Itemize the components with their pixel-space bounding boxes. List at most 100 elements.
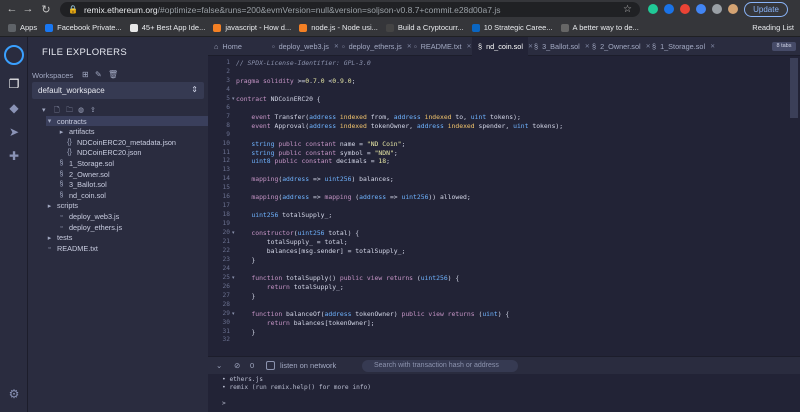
extension-icon[interactable] [696,4,706,14]
extension-icon[interactable] [680,4,690,14]
line-number: 32 [222,336,230,343]
fold-toggle-icon[interactable]: ▾ [232,230,235,236]
line-number: 15 [222,184,230,192]
extension-icon[interactable] [648,4,658,14]
code-line: uint8 public constant decimals = 18; [251,157,390,166]
remix-logo-icon[interactable] [4,45,24,65]
line-number: 22 [222,246,230,254]
transaction-search-input[interactable]: Search with transaction hash or address [362,360,518,372]
tab-1-storage-sol[interactable]: § 1_Storage.sol ✕ [646,37,715,56]
bookmark-item[interactable]: Facebook Private... [45,23,122,32]
reading-list-button[interactable]: Reading List [752,23,794,32]
bookmark-favicon-icon [45,23,54,32]
tab-2-owner-sol[interactable]: § 2_Owner.sol ✕ [586,37,651,56]
collapse-terminal-icon[interactable]: ⌄ [216,361,222,370]
address-bar[interactable]: 🔒 remix.ethereum.org /#optimize=false&ru… [60,2,640,17]
code-line: balances[msg.sender] = totalSupply_; [236,246,406,255]
panel-title: FILE EXPLORERS [42,47,127,58]
file-tree-label: 3_Ballot.sol [69,180,107,190]
line-number: 29 [222,309,230,317]
file-tree-item[interactable]: § 2_Owner.sol [58,169,208,179]
bookmark-favicon-icon [8,23,16,32]
deploy-run-icon[interactable]: ➤ [7,125,21,139]
forward-icon[interactable]: → [22,3,34,15]
braces-icon: {} [67,149,72,157]
listen-checkbox[interactable] [266,361,275,370]
back-icon[interactable]: ← [6,3,18,15]
line-number: 9 [226,130,230,138]
tab-readme-txt[interactable]: ▫ README.txt ✕ [408,37,472,56]
close-icon[interactable]: ✕ [467,43,472,50]
workspace-select[interactable]: default_workspace ⇕ [32,82,204,99]
file-tree-item[interactable]: ▫ deploy_web3.js [58,211,208,221]
file-tree-label: nd_coin.sol [69,190,106,200]
bookmark-label: Apps [20,23,38,32]
terminal-line: • remix (run remix.help() for more info) [222,384,372,391]
plugin-manager-icon[interactable]: ✚ [7,149,21,163]
github-icon[interactable]: ◍ [78,106,84,114]
file-tree-item[interactable]: § nd_coin.sol [58,190,208,200]
fold-toggle-icon[interactable]: ▾ [232,275,235,281]
file-tree-item[interactable]: ▫ README.txt [46,243,208,253]
bookmark-item[interactable]: Build a Cryptocurr... [385,23,464,32]
url-host: remix.ethereum.org [83,4,158,15]
delete-workspace-icon[interactable]: 🗑 [108,70,118,79]
editor-scrollbar[interactable] [790,58,798,118]
fold-toggle-icon[interactable]: ▾ [232,96,235,102]
edit-workspace-icon[interactable]: ✎ [95,70,102,79]
bookmark-item[interactable]: 10 Strategic Caree... [471,23,553,32]
code-line: mapping(address => mapping (address => u… [251,193,471,202]
tab-home[interactable]: ⌂ Home [208,37,266,56]
chevron-down-icon[interactable]: ▾ [42,106,46,114]
bookmark-label: 45+ Best App Ide... [141,23,206,32]
clear-console-icon[interactable]: ⊘ [234,361,240,370]
file-icon: § [534,42,539,51]
file-tree-label: artifacts [69,127,95,137]
solidity-compiler-icon[interactable]: ◆ [7,101,21,115]
settings-gear-icon[interactable]: ⚙ [7,387,21,401]
file-tree-item[interactable]: § 1_Storage.sol [58,158,208,168]
file-tree-item[interactable]: ▸ scripts [46,201,208,211]
avatar[interactable] [728,4,738,14]
tab-deploy-ethers-js[interactable]: ▫ deploy_ethers.js ✕ [336,37,412,56]
upload-icon[interactable]: ⇪ [90,106,96,114]
bookmark-item[interactable]: A better way to de... [560,23,639,32]
tab-deploy-web3-js[interactable]: ▫ deploy_web3.js ✕ [266,37,339,56]
code-line: totalSupply_ = total; [236,238,348,246]
file-tree-item[interactable]: {} NDCoinERC20_metadata.json [66,137,208,147]
tab-3-ballot-sol[interactable]: § 3_Ballot.sol ✕ [528,37,590,56]
puzzle-icon[interactable] [712,4,722,14]
line-number: 8 [226,121,230,129]
update-button[interactable]: Update [744,2,788,17]
file-tree-item[interactable]: {} NDCoinERC20.json [66,148,208,158]
line-number: 12 [222,157,230,165]
file-icon: ▫ [48,244,51,252]
tabs-count-badge[interactable]: 8 tabs [772,42,796,51]
file-tree-item[interactable]: ▫ deploy_ethers.js [58,222,208,232]
close-icon[interactable]: ✕ [710,43,715,50]
file-tree-item[interactable]: § 3_Ballot.sol [58,180,208,190]
line-number: 21 [222,238,230,245]
bookmark-item[interactable]: javascript - How d... [213,23,291,32]
bookmark-item[interactable]: Apps [8,23,37,32]
file-tree-item[interactable]: ▸ artifacts [58,127,208,137]
sol-icon: § [59,191,64,199]
add-workspace-icon[interactable]: ⊞ [82,70,89,79]
activity-bar: ❐ ◆ ➤ ✚ ⚙ [0,37,28,412]
tab-label: nd_coin.sol [486,42,523,51]
bookmark-star-icon[interactable]: ☆ [623,4,632,15]
terminal-output[interactable]: • ethers.js • remix (run remix.help() for… [208,374,800,412]
code-editor[interactable]: 1 // SPDX-License-Identifier: GPL-3.0 2 3 pr… [208,56,800,343]
file-explorer-icon[interactable]: ❐ [7,77,21,91]
bookmark-item[interactable]: 45+ Best App Ide... [129,23,206,32]
file-tree-item[interactable]: ▾ contracts [46,116,208,126]
home-icon: ⌂ [214,42,219,51]
fold-toggle-icon[interactable]: ▾ [232,311,235,317]
extension-icon[interactable] [664,4,674,14]
url-path: /#optimize=false&runs=200&evmVersion=nul… [157,4,501,15]
tab-nd-coin-sol[interactable]: § nd_coin.sol ✕ [472,37,533,56]
file-tree-item[interactable]: ▸ tests [46,233,208,243]
bookmark-item[interactable]: node.js - Node usi... [299,23,378,32]
bookmark-favicon-icon [213,23,222,32]
reload-icon[interactable]: ↻ [40,3,52,16]
